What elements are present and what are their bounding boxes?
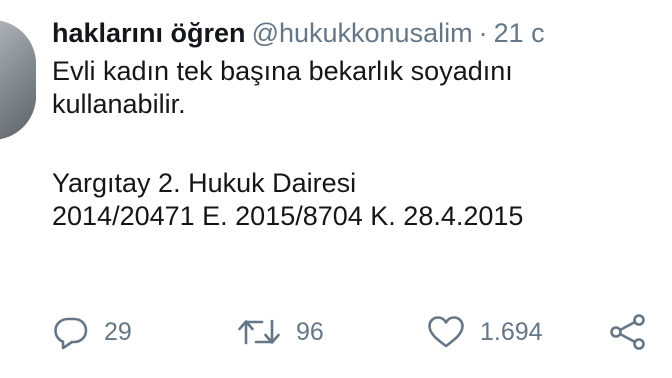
header-separator: · bbox=[478, 18, 488, 48]
reply-icon bbox=[54, 317, 88, 350]
tweet-actions: 29 96 1.694 bbox=[52, 312, 672, 352]
tweet-citation-line: Yargıtay 2. Hukuk Dairesi bbox=[52, 168, 357, 198]
heart-icon bbox=[428, 316, 464, 348]
tweet-header: haklarını öğren @hukukkonusalim · 21 c bbox=[52, 16, 545, 50]
reply-count: 29 bbox=[104, 317, 132, 346]
author-handle[interactable]: @hukukkonusalim bbox=[252, 18, 473, 48]
retweet-button[interactable]: 96 bbox=[236, 312, 324, 352]
avatar[interactable] bbox=[0, 20, 36, 140]
avatar-image bbox=[0, 20, 36, 140]
like-count: 1.694 bbox=[480, 317, 543, 346]
tweet-text: Evli kadın tek başına bekarlık soyadını … bbox=[52, 55, 672, 233]
tweet-citation-line: 2014/20471 E. 2015/8704 K. 28.4.2015 bbox=[52, 201, 524, 231]
like-button[interactable]: 1.694 bbox=[426, 312, 543, 352]
tweet-timestamp[interactable]: 21 c bbox=[494, 18, 545, 48]
retweet-count: 96 bbox=[296, 317, 324, 346]
reply-button[interactable]: 29 bbox=[52, 312, 132, 352]
tweet-card[interactable]: haklarını öğren @hukukkonusalim · 21 c Evli… bbox=[0, 0, 672, 378]
share-icon bbox=[610, 314, 645, 350]
share-button[interactable] bbox=[608, 312, 648, 352]
tweet-text-line: kullanabilir. bbox=[52, 89, 186, 119]
tweet-text-line: Evli kadın tek başına bekarlık soyadını bbox=[52, 56, 513, 86]
author-name[interactable]: haklarını öğren bbox=[52, 18, 246, 48]
retweet-icon bbox=[238, 319, 280, 345]
